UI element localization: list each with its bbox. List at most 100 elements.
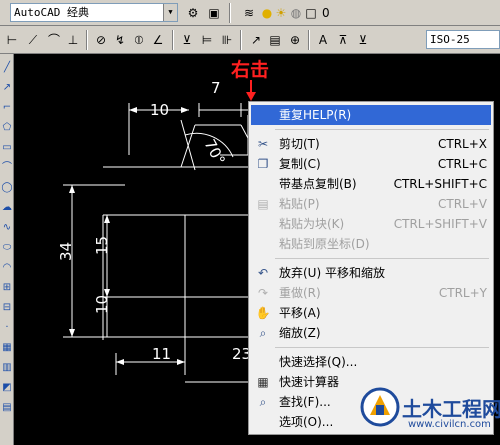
menu-item-label: 重复HELP(R) [279, 108, 352, 122]
polyline-icon[interactable]: ⌐ [0, 100, 14, 116]
spline-icon[interactable]: ∿ [0, 220, 14, 236]
zoom-icon: ⌕ [259, 326, 267, 340]
menu-item-label: 查找(F)... [279, 395, 331, 409]
menu-item-label: 缩放(Z) [279, 326, 321, 340]
workspace-toolbar: AutoCAD 经典 ▼ ⚙ ▣ ≋ ● ☀ ◍ □ 0 [0, 0, 500, 26]
construction-line-icon[interactable]: ↗ [0, 80, 14, 96]
menu-separator [275, 258, 489, 259]
make-block-icon[interactable]: ⊟ [0, 300, 14, 316]
workspace-settings-icon[interactable]: ▣ [205, 4, 223, 22]
right-click-annotation: 右击 [231, 59, 270, 81]
menu-item-undo[interactable]: ↶ 放弃(U) 平移和缩放 [251, 263, 491, 283]
dim-10-top: 10 [150, 101, 169, 119]
center-mark-icon[interactable]: ⊕ [286, 31, 304, 49]
menu-item-zoom[interactable]: ⌕ 缩放(Z) [251, 323, 491, 343]
workspace-value: AutoCAD 经典 [14, 6, 89, 19]
menu-item-label: 粘贴到原坐标(D) [279, 237, 370, 251]
menu-separator [275, 129, 489, 130]
dimtedit-icon[interactable]: ⊼ [334, 31, 352, 49]
menu-item-paste[interactable]: ▤ 粘贴(P) CTRL+V [251, 194, 491, 214]
diameter-icon[interactable]: ⦶ [130, 31, 148, 49]
table-icon[interactable]: ▤ [0, 400, 14, 416]
angular-icon[interactable]: ∠ [149, 31, 167, 49]
menu-item-label: 选项(O)... [279, 415, 334, 429]
menu-item-pan[interactable]: ✋ 平移(A) [251, 303, 491, 323]
hatch-icon[interactable]: ▦ [0, 340, 14, 356]
watermark-title: 土木工程网 [402, 397, 500, 421]
toolbar-divider [172, 30, 174, 50]
menu-item-redo[interactable]: ↷ 重做(R) CTRL+Y [251, 283, 491, 303]
gear-icon[interactable]: ⚙ [184, 4, 202, 22]
find-icon: ⌕ [259, 395, 267, 409]
insert-block-icon[interactable]: ⊞ [0, 280, 14, 296]
workspace-select[interactable]: AutoCAD 经典 ▼ [10, 3, 178, 22]
menu-item-shortcut: CTRL+Y [438, 286, 487, 300]
ellipse-arc-icon[interactable]: ◠ [0, 260, 14, 276]
menu-item-label: 粘贴(P) [279, 197, 320, 211]
redo-icon: ↷ [257, 286, 269, 300]
chevron-down-icon[interactable]: ▼ [163, 4, 177, 21]
tolerance-icon[interactable]: ▤ [266, 31, 284, 49]
continue-icon[interactable]: ⊪ [218, 31, 236, 49]
logo-icon [360, 387, 400, 427]
menu-item-paste-block[interactable]: 粘贴为块(K) CTRL+SHIFT+V [251, 214, 491, 234]
menu-item-repeat-help[interactable]: 重复HELP(R) [251, 105, 491, 125]
dimension-toolbar: ⊢ ⟋ ⌒ ⊥ ⊘ ↯ ⦶ ∠ ⊻ ⊨ ⊪ ↗ ▤ ⊕ A ⊼ ⊻ ISO-25 [0, 26, 500, 54]
leader-icon[interactable]: ↗ [247, 31, 265, 49]
undo-icon: ↶ [257, 266, 269, 280]
polygon-icon[interactable]: ⬠ [0, 120, 14, 136]
menu-item-label: 带基点复制(B) [279, 177, 357, 191]
line-icon[interactable]: ╱ [0, 60, 14, 76]
menu-item-shortcut: CTRL+V [438, 197, 487, 211]
layer-manager-icon[interactable]: ≋ [240, 4, 258, 22]
menu-item-label: 重做(R) [279, 286, 321, 300]
dim-angle-70: 70° [200, 136, 228, 168]
dimstyle-value: ISO-25 [430, 33, 470, 46]
dim-update-icon[interactable]: ⊻ [354, 31, 372, 49]
color-square-icon[interactable]: □ [302, 4, 320, 22]
radius-icon[interactable]: ⊘ [92, 31, 110, 49]
menu-item-copy[interactable]: ❐ 复制(C) CTRL+C [251, 154, 491, 174]
jogged-icon[interactable]: ↯ [111, 31, 129, 49]
quick-dim-icon[interactable]: ⊻ [178, 31, 196, 49]
menu-item-shortcut: CTRL+SHIFT+V [393, 217, 487, 231]
menu-item-copy-base[interactable]: 带基点复制(B) CTRL+SHIFT+C [251, 174, 491, 194]
draw-toolbar: ╱ ↗ ⌐ ⬠ ▭ ⌒ ◯ ☁ ∿ ⬭ ◠ ⊞ ⊟ · ▦ ▥ ◩ ▤ [0, 54, 14, 445]
pan-icon: ✋ [255, 306, 271, 320]
gradient-icon[interactable]: ▥ [0, 360, 14, 376]
dim-7: 7 [211, 79, 221, 97]
rectangle-icon[interactable]: ▭ [0, 140, 14, 156]
menu-item-label: 复制(C) [279, 157, 321, 171]
dim-34: 34 [57, 242, 75, 261]
layer-name[interactable]: 0 [322, 4, 330, 22]
arc-length-icon[interactable]: ⌒ [45, 31, 63, 49]
linear-dim-icon[interactable]: ⊢ [3, 31, 21, 49]
menu-item-paste-orig[interactable]: 粘贴到原坐标(D) [251, 234, 491, 254]
dimstyle-select[interactable]: ISO-25 [426, 30, 500, 49]
ellipse-icon[interactable]: ⬭ [0, 240, 14, 256]
aligned-dim-icon[interactable]: ⟋ [24, 31, 42, 49]
menu-item-shortcut: CTRL+SHIFT+C [393, 177, 487, 191]
calculator-icon: ▦ [257, 375, 269, 389]
menu-item-cut[interactable]: ✂ 剪切(T) CTRL+X [251, 134, 491, 154]
menu-item-label: 平移(A) [279, 306, 321, 320]
menu-separator [275, 347, 489, 348]
toolbar-divider [86, 30, 88, 50]
toolbar-divider [240, 30, 242, 50]
copy-icon: ❐ [257, 157, 269, 171]
revcloud-icon[interactable]: ☁ [0, 200, 14, 216]
menu-item-label: 快速计算器 [279, 375, 340, 389]
arc-icon[interactable]: ⌒ [0, 160, 14, 176]
ordinate-icon[interactable]: ⊥ [64, 31, 82, 49]
region-icon[interactable]: ◩ [0, 380, 14, 396]
menu-item-quick-select[interactable]: 快速选择(Q)... [251, 352, 491, 372]
toolbar-divider [229, 3, 231, 23]
baseline-icon[interactable]: ⊨ [198, 31, 216, 49]
menu-item-shortcut: CTRL+X [437, 137, 487, 151]
menu-item-label: 剪切(T) [279, 137, 320, 151]
circle-icon[interactable]: ◯ [0, 180, 14, 196]
dimedit-icon[interactable]: A [314, 31, 332, 49]
watermark: 土木工程网 www.civilcn.com [356, 381, 500, 445]
point-icon[interactable]: · [0, 320, 14, 336]
menu-item-label: 放弃(U) 平移和缩放 [279, 266, 385, 280]
